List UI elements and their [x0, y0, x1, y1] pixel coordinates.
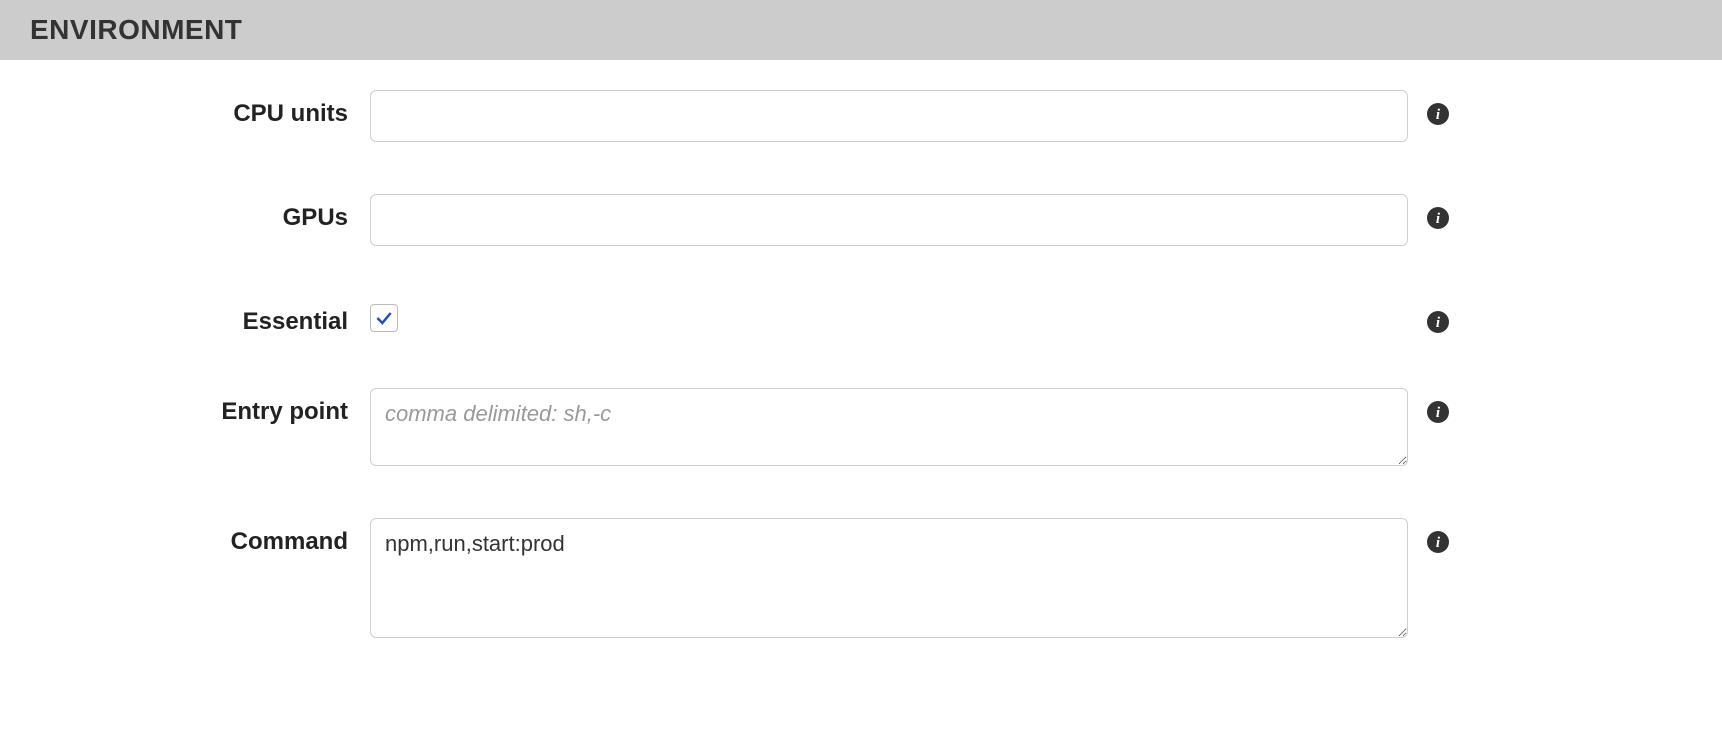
gpus-input[interactable] [370, 194, 1408, 246]
info-icon[interactable]: i [1426, 400, 1450, 424]
essential-checkbox-wrap [370, 298, 1408, 334]
entry-point-input[interactable] [370, 388, 1408, 466]
label-entry-point: Entry point [40, 388, 370, 426]
row-gpus: GPUs i [40, 194, 1682, 246]
command-input[interactable] [370, 518, 1408, 638]
section-header: ENVIRONMENT [0, 0, 1722, 60]
label-gpus: GPUs [40, 194, 370, 232]
info-icon[interactable]: i [1426, 102, 1450, 126]
info-icon[interactable]: i [1426, 206, 1450, 230]
row-essential: Essential i [40, 298, 1682, 336]
label-essential: Essential [40, 298, 370, 336]
info-icon[interactable]: i [1426, 530, 1450, 554]
cell-entry-point: i [370, 388, 1450, 466]
info-icon[interactable]: i [1426, 310, 1450, 334]
label-command: Command [40, 518, 370, 556]
cpu-units-input[interactable] [370, 90, 1408, 142]
row-command: Command i [40, 518, 1682, 638]
cell-command: i [370, 518, 1450, 638]
cell-essential: i [370, 298, 1450, 334]
label-cpu-units: CPU units [40, 90, 370, 128]
row-cpu-units: CPU units i [40, 90, 1682, 142]
environment-form: CPU units i GPUs i Essential i [0, 60, 1722, 678]
essential-checkbox[interactable] [370, 304, 398, 332]
cell-cpu-units: i [370, 90, 1450, 142]
check-icon [374, 308, 394, 328]
cell-gpus: i [370, 194, 1450, 246]
section-title: ENVIRONMENT [30, 14, 242, 45]
row-entry-point: Entry point i [40, 388, 1682, 466]
